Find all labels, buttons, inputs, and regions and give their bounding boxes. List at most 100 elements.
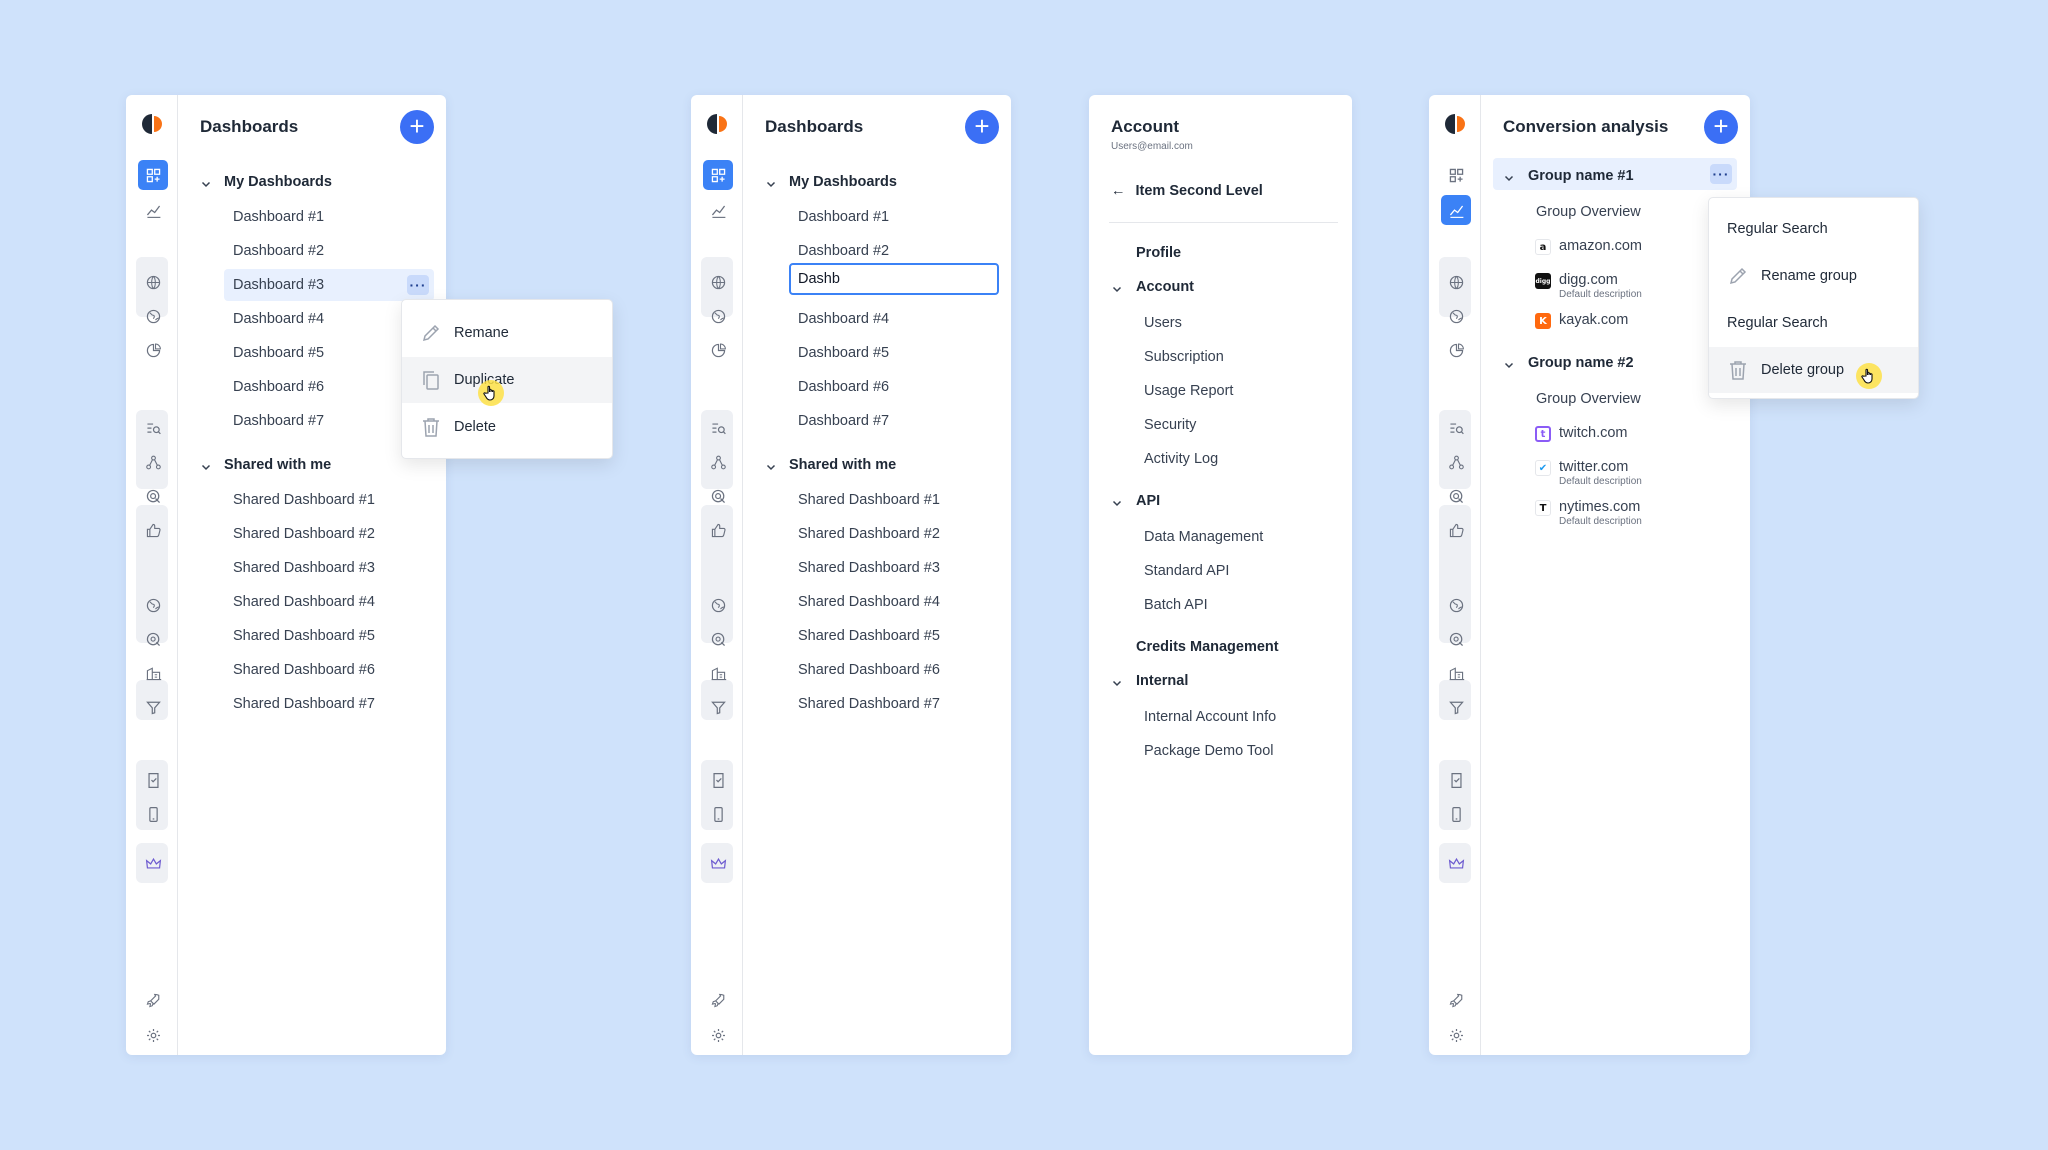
rail-dashboard-icon[interactable] <box>703 160 733 190</box>
group-header[interactable]: Group name #2 <box>1528 355 1634 371</box>
chevron-down-icon[interactable] <box>1111 496 1123 508</box>
menu-item-remane[interactable]: Remane <box>402 310 612 356</box>
rail-target-search-icon[interactable] <box>1441 481 1471 511</box>
rail-report-icon[interactable] <box>138 765 168 795</box>
menu-item-regular-search[interactable]: Regular Search <box>1709 206 1918 252</box>
chevron-down-icon[interactable] <box>765 460 777 472</box>
list-item[interactable]: Dashboard #4 <box>233 311 324 327</box>
more-button[interactable]: ··· <box>407 275 429 295</box>
list-item[interactable]: Shared Dashboard #5 <box>798 628 940 644</box>
list-item[interactable]: Dashboard #2 <box>798 243 889 259</box>
list-item[interactable]: Shared Dashboard #2 <box>798 526 940 542</box>
menu-item-delete-group[interactable]: Delete group <box>1709 347 1918 393</box>
rail-filter-icon[interactable] <box>138 692 168 722</box>
chevron-down-icon[interactable] <box>1503 358 1515 370</box>
site-item[interactable]: twitter.com <box>1559 459 1628 475</box>
list-item[interactable]: Dashboard #3 <box>233 277 324 293</box>
chevron-down-icon[interactable] <box>200 460 212 472</box>
list-item[interactable]: Dashboard #5 <box>798 345 889 361</box>
add-button[interactable]: + <box>965 110 999 144</box>
list-item[interactable]: Dashboard #1 <box>798 209 889 225</box>
rail-crown-icon[interactable] <box>703 848 733 878</box>
rail-list-search-icon[interactable] <box>1441 413 1471 443</box>
rail-pie-icon[interactable] <box>1441 335 1471 365</box>
list-item[interactable]: Dashboard #5 <box>233 345 324 361</box>
nav-item[interactable]: Data Management <box>1144 529 1263 545</box>
rail-list-search-icon[interactable] <box>138 413 168 443</box>
add-button[interactable]: + <box>400 110 434 144</box>
list-item[interactable]: Shared Dashboard #7 <box>798 696 940 712</box>
list-item[interactable]: Shared Dashboard #6 <box>233 662 375 678</box>
group-overview[interactable]: Group Overview <box>1536 204 1641 220</box>
rename-input[interactable] <box>789 263 999 295</box>
nav-item[interactable]: Subscription <box>1144 349 1224 365</box>
section-header[interactable]: API <box>1136 493 1160 509</box>
rail-mobile-icon[interactable] <box>138 799 168 829</box>
rail-thumbs-up-icon[interactable] <box>138 515 168 545</box>
section-header[interactable]: My Dashboards <box>224 174 332 190</box>
list-item[interactable]: Shared Dashboard #5 <box>233 628 375 644</box>
nav-item[interactable]: Usage Report <box>1144 383 1233 399</box>
rail-crown-icon[interactable] <box>1441 848 1471 878</box>
rail-network-icon[interactable] <box>703 447 733 477</box>
rail-world-icon[interactable] <box>138 590 168 620</box>
rail-globe-icon[interactable] <box>703 267 733 297</box>
list-item[interactable]: Dashboard #6 <box>233 379 324 395</box>
list-item[interactable]: Shared Dashboard #4 <box>798 594 940 610</box>
rail-thumbs-up-icon[interactable] <box>1441 515 1471 545</box>
list-item[interactable]: Dashboard #6 <box>798 379 889 395</box>
rail-pie-icon[interactable] <box>703 335 733 365</box>
site-item[interactable]: digg.com <box>1559 272 1618 288</box>
rail-world-icon[interactable] <box>703 590 733 620</box>
rail-report-icon[interactable] <box>703 765 733 795</box>
menu-item-rename-group[interactable]: Rename group <box>1709 253 1918 299</box>
list-item[interactable]: Shared Dashboard #6 <box>798 662 940 678</box>
nav-item[interactable]: Security <box>1144 417 1196 433</box>
rail-trend-icon[interactable] <box>1441 195 1471 225</box>
rail-pie-icon[interactable] <box>138 335 168 365</box>
rail-dashboard-icon[interactable] <box>1441 160 1471 190</box>
rail-thumbs-up-icon[interactable] <box>703 515 733 545</box>
group-header[interactable]: Group name #1 <box>1528 168 1634 184</box>
rail-at-search-icon[interactable] <box>1441 624 1471 654</box>
rail-target-search-icon[interactable] <box>138 481 168 511</box>
menu-item-delete[interactable]: Delete <box>402 404 612 450</box>
rail-trend-icon[interactable] <box>703 195 733 225</box>
group-overview[interactable]: Group Overview <box>1536 391 1641 407</box>
section-header[interactable]: Shared with me <box>224 457 331 473</box>
rail-list-search-icon[interactable] <box>703 413 733 443</box>
rail-report-icon[interactable] <box>1441 765 1471 795</box>
nav-item[interactable]: Internal Account Info <box>1144 709 1276 725</box>
site-item[interactable]: kayak.com <box>1559 312 1628 328</box>
section-header[interactable]: Internal <box>1136 673 1188 689</box>
section-header[interactable]: My Dashboards <box>789 174 897 190</box>
list-item[interactable]: Shared Dashboard #1 <box>233 492 375 508</box>
rail-rocket-icon[interactable] <box>138 985 168 1015</box>
rail-globe-icon[interactable] <box>138 267 168 297</box>
site-item[interactable]: nytimes.com <box>1559 499 1640 515</box>
rail-gear-icon[interactable] <box>1441 1020 1471 1050</box>
list-item[interactable]: Shared Dashboard #3 <box>233 560 375 576</box>
rail-filter-icon[interactable] <box>703 692 733 722</box>
chevron-down-icon[interactable] <box>1111 676 1123 688</box>
nav-profile[interactable]: Profile <box>1136 245 1181 261</box>
nav-credits-management[interactable]: Credits Management <box>1136 639 1279 655</box>
list-item[interactable]: Shared Dashboard #2 <box>233 526 375 542</box>
list-item[interactable]: Shared Dashboard #1 <box>798 492 940 508</box>
add-button[interactable]: + <box>1704 110 1738 144</box>
rail-building-icon[interactable] <box>138 658 168 688</box>
list-item[interactable]: Dashboard #1 <box>233 209 324 225</box>
nav-item[interactable]: Activity Log <box>1144 451 1218 467</box>
list-item[interactable]: Shared Dashboard #7 <box>233 696 375 712</box>
chevron-down-icon[interactable] <box>200 177 212 189</box>
rail-world-icon[interactable] <box>1441 301 1471 331</box>
rail-mobile-icon[interactable] <box>703 799 733 829</box>
list-item[interactable]: Dashboard #7 <box>798 413 889 429</box>
rail-building-icon[interactable] <box>1441 658 1471 688</box>
rail-at-search-icon[interactable] <box>703 624 733 654</box>
list-item[interactable]: Shared Dashboard #3 <box>798 560 940 576</box>
site-item[interactable]: twitch.com <box>1559 425 1628 441</box>
nav-item[interactable]: Users <box>1144 315 1182 331</box>
rail-at-search-icon[interactable] <box>138 624 168 654</box>
rail-crown-icon[interactable] <box>138 848 168 878</box>
